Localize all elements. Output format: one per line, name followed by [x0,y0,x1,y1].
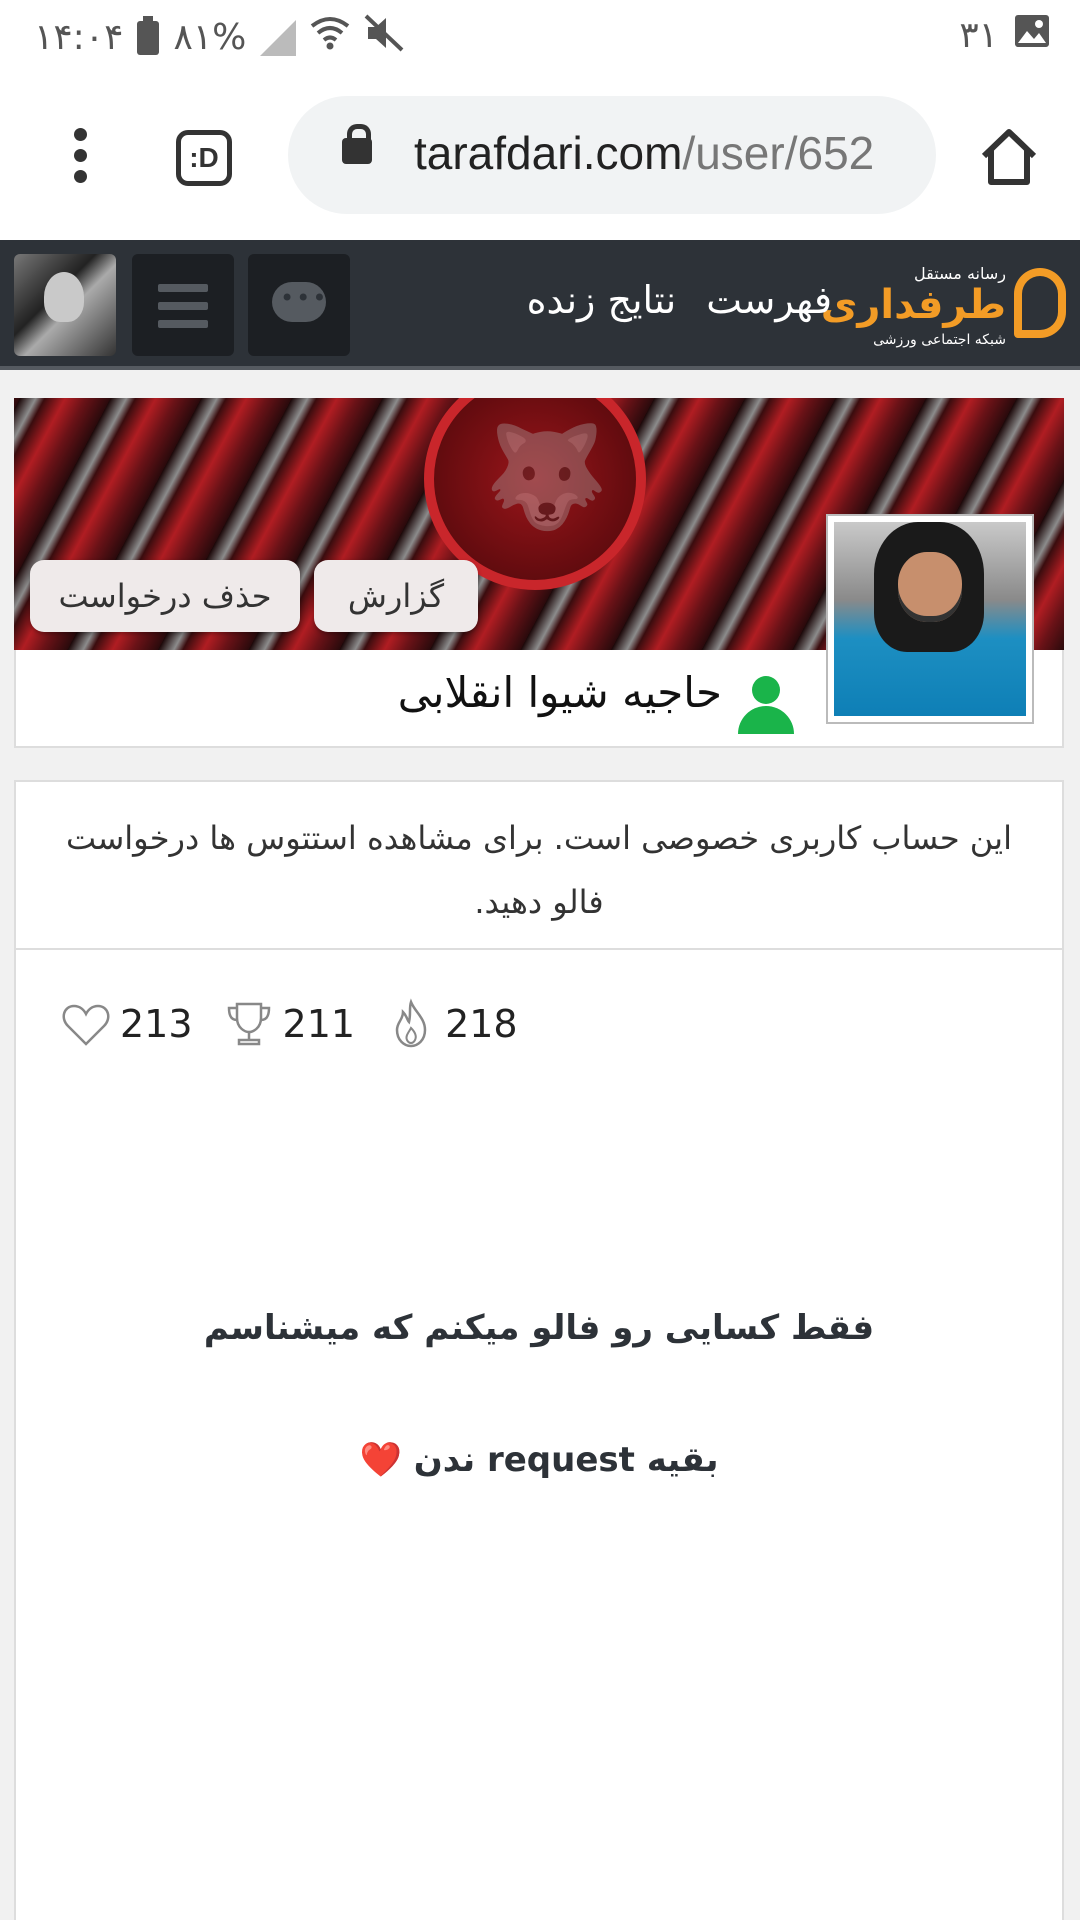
lock-icon[interactable] [342,124,372,164]
profile-avatar[interactable] [826,514,1034,724]
likes-count: 213 [120,1002,193,1046]
feed-list-button[interactable] [132,254,234,356]
battery-level: ۸۱% [173,17,247,58]
browser-toolbar: :D tarafdari.com/user/652 [0,74,1080,240]
image-notification-icon [1014,14,1050,57]
user-icon [736,676,796,734]
heart-icon [62,1004,110,1046]
trophies-count: 211 [282,1002,356,1046]
fire-icon [395,998,427,1048]
logo-mark-icon [1014,268,1066,338]
url-host: tarafdari.com [414,127,683,179]
main-nav: فهرست نتایج زنده [527,278,832,322]
tab-switcher-button[interactable]: :D [176,130,232,186]
fire-count: 218 [445,1002,518,1046]
profile-name: حاجیه شیوا انقلابی [397,668,722,717]
report-button[interactable]: گزارش [314,560,478,632]
logo-subtitle: شبکه اجتماعی ورزشی [873,332,1006,348]
profile-content-card: این حساب کاربری خصوصی است. برای مشاهده ا… [14,780,1064,1920]
battery-icon [137,15,160,55]
logo-tagline: رسانه مستقل [913,264,1006,283]
wifi-icon [310,16,350,59]
home-button[interactable] [978,126,1040,188]
bio-line-2-text: بقیه request ندن [413,1440,719,1480]
bio-line-2: بقیه request ندن ❤️ [16,1394,1062,1526]
status-left: ۱۴:۰۴ ۸۱% [34,14,404,61]
delete-request-button[interactable]: حذف درخواست [30,560,300,632]
current-user-avatar[interactable] [14,254,116,356]
clock: ۱۴:۰۴ [34,17,124,58]
url-text[interactable]: tarafdari.com/user/652 [414,126,914,180]
chat-bubble-icon [272,282,328,322]
site-header: رسانه مستقل طرفداری شبکه اجتماعی ورزشی ف… [0,240,1080,370]
notification-count: ۳۱ [959,15,998,56]
nav-menu-link[interactable]: فهرست [706,278,832,322]
profile-bio: فقط کسایی رو فالو میکنم که میشناسم بقیه … [16,1262,1062,1526]
stat-fire[interactable]: 218 [385,998,518,1050]
profile-stats: 213 211 218 [60,998,518,1050]
stat-likes[interactable]: 213 [60,998,193,1050]
status-right: ۳۱ [959,14,1050,57]
stat-trophies[interactable]: 211 [223,998,356,1050]
profile-photo-image [834,522,1026,716]
logo-text: طرفداری [820,282,1006,328]
trophy-icon [227,1002,270,1046]
url-path: /user/652 [682,127,875,179]
private-account-message: این حساب کاربری خصوصی است. برای مشاهده ا… [16,782,1062,950]
status-bar: ۱۴:۰۴ ۸۱% ۳۱ [0,0,1080,74]
bio-line-1: فقط کسایی رو فالو میکنم که میشناسم [203,1308,875,1348]
list-icon [158,284,208,328]
red-heart-icon: ❤️ [359,1440,402,1480]
signal-icon [260,19,297,56]
messages-button[interactable] [248,254,350,356]
home-icon [981,129,1037,185]
address-bar[interactable]: tarafdari.com/user/652 [288,96,936,214]
nav-live-results-link[interactable]: نتایج زنده [527,278,677,322]
mute-icon [364,14,404,61]
browser-menu-button[interactable] [70,128,90,188]
site-logo[interactable]: رسانه مستقل طرفداری شبکه اجتماعی ورزشی [821,254,1066,354]
